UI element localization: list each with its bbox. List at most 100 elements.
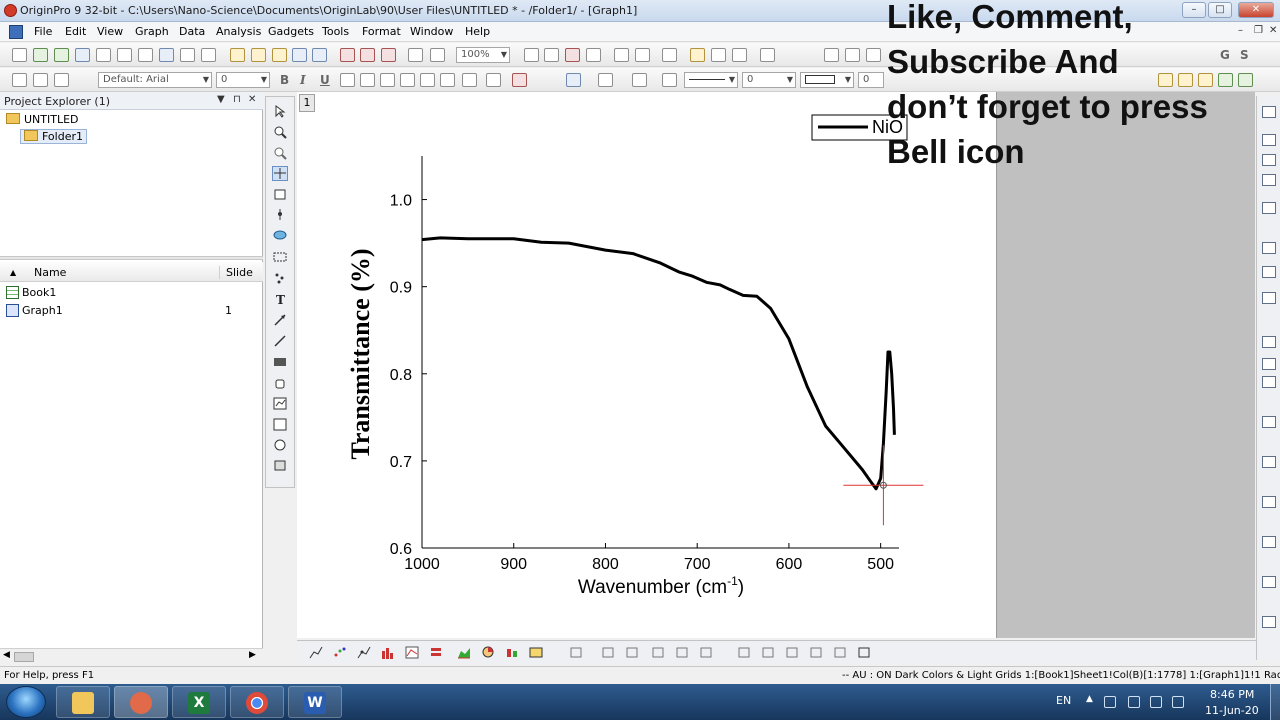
scale-icon[interactable]: [1262, 336, 1276, 348]
add-image-icon[interactable]: [273, 418, 287, 431]
greek-icon[interactable]: [400, 73, 415, 87]
rescale-icon[interactable]: [1262, 358, 1276, 370]
align-right-layer-icon[interactable]: [1262, 266, 1276, 278]
show-desktop-button[interactable]: [1270, 684, 1280, 720]
new-layout-icon[interactable]: [138, 48, 153, 62]
refresh-windows-icon[interactable]: [586, 48, 601, 62]
stack-plot-icon[interactable]: [429, 646, 443, 659]
start-button[interactable]: [6, 686, 46, 718]
network-icon[interactable]: [1104, 696, 1116, 708]
cut-icon[interactable]: [12, 73, 27, 87]
menu-edit[interactable]: Edit: [65, 25, 86, 38]
new-graph-icon[interactable]: [75, 48, 90, 62]
sun-icon[interactable]: [662, 73, 677, 87]
layer-5-icon[interactable]: [833, 646, 847, 659]
new-notes-window-icon[interactable]: [201, 48, 216, 62]
command-window-icon[interactable]: [732, 48, 747, 62]
tree-folder1[interactable]: Folder1: [20, 129, 87, 146]
import-wizard-icon[interactable]: [381, 48, 396, 62]
area-plot-icon[interactable]: [457, 646, 471, 659]
save-icon[interactable]: [292, 48, 307, 62]
new-function-icon[interactable]: [117, 48, 132, 62]
line-plot-icon[interactable]: [309, 646, 323, 659]
pointer-icon[interactable]: [273, 105, 287, 118]
duplicate-icon[interactable]: [614, 48, 629, 62]
sort-up-icon[interactable]: ▲: [10, 268, 16, 277]
data-selector-icon[interactable]: [273, 229, 287, 242]
open-icon[interactable]: [230, 48, 245, 62]
results-log-icon[interactable]: [690, 48, 705, 62]
increase-font-icon[interactable]: [420, 73, 435, 87]
zoom-combo[interactable]: 100% ▼: [456, 47, 510, 63]
region-selector-icon[interactable]: [273, 250, 287, 263]
pie-chart-icon[interactable]: [481, 646, 495, 659]
line-color-icon[interactable]: [632, 73, 647, 87]
taskbar-word[interactable]: W: [288, 686, 342, 718]
font-name-combo[interactable]: Default: Arial ▼: [98, 72, 212, 88]
taskbar-chrome[interactable]: [230, 686, 284, 718]
code-builder-icon[interactable]: [635, 48, 650, 62]
ternary-plot-icon[interactable]: [699, 646, 713, 659]
grid-plot-icon[interactable]: [651, 646, 665, 659]
print-icon[interactable]: [524, 48, 539, 62]
import-multiple-icon[interactable]: [360, 48, 375, 62]
extract-icon[interactable]: [1262, 576, 1276, 588]
italic-button[interactable]: I: [300, 73, 306, 87]
taskbar-excel[interactable]: X: [172, 686, 226, 718]
box-chart-icon[interactable]: [505, 646, 519, 659]
clock-icon[interactable]: [1262, 376, 1276, 388]
clock-time[interactable]: 8:46 PM: [1210, 688, 1254, 701]
add-inset-icon[interactable]: [1262, 202, 1276, 214]
paste-icon[interactable]: [54, 73, 69, 87]
text-tool-icon[interactable]: T: [273, 292, 287, 305]
script-window-icon[interactable]: [711, 48, 726, 62]
merge-icon[interactable]: [1262, 536, 1276, 548]
decrease-font-icon[interactable]: [440, 73, 455, 87]
project-explorer-toggle-icon[interactable]: [662, 48, 677, 62]
y-axis-label[interactable]: Transmittance (%): [346, 248, 375, 459]
menu-help[interactable]: Help: [465, 25, 490, 38]
series-line-nio[interactable]: [421, 236, 896, 491]
pattern-icon[interactable]: [598, 73, 613, 87]
line-tool-icon[interactable]: [273, 334, 287, 347]
stack-icon[interactable]: [1262, 456, 1276, 468]
export-icon[interactable]: [565, 48, 580, 62]
new-project-icon[interactable]: [12, 48, 27, 62]
add-column-icon[interactable]: [824, 48, 839, 62]
close-icon[interactable]: ✕: [248, 94, 256, 105]
line-symbol-plot-icon[interactable]: [357, 646, 371, 659]
rectangle-tool-icon[interactable]: [273, 355, 287, 368]
symbol-size-combo[interactable]: 0: [858, 72, 884, 88]
menu-gadgets[interactable]: Gadgets: [268, 25, 314, 38]
volume-icon[interactable]: [1172, 696, 1184, 708]
scroll-right-icon[interactable]: ▶: [249, 650, 256, 660]
annotation-icon[interactable]: [273, 208, 287, 221]
statistics-icon[interactable]: [866, 48, 881, 62]
line-style-combo[interactable]: ▼: [684, 72, 738, 88]
justify-icon[interactable]: [486, 73, 501, 87]
mdi-close-button[interactable]: ✕: [1269, 25, 1277, 36]
add-top-x-icon[interactable]: [1262, 154, 1276, 166]
taskbar-origin[interactable]: [114, 686, 168, 718]
layer-arrange-icon[interactable]: [1262, 106, 1276, 118]
menu-format[interactable]: Format: [362, 25, 401, 38]
new-excel-icon[interactable]: [54, 48, 69, 62]
clock-date[interactable]: 11-Jun-20: [1205, 704, 1259, 717]
align-top-layer-icon[interactable]: [1262, 292, 1276, 304]
new-matrix-icon[interactable]: [96, 48, 111, 62]
font-color-icon[interactable]: [512, 73, 527, 87]
align-left-icon[interactable]: [462, 73, 477, 87]
sort-icon[interactable]: [845, 48, 860, 62]
power-icon[interactable]: [1128, 696, 1140, 708]
horizontal-scrollbar[interactable]: ◀ ▶: [0, 648, 263, 664]
layer-4-icon[interactable]: [809, 646, 823, 659]
layer-3-icon[interactable]: [785, 646, 799, 659]
screen-reader-icon[interactable]: [273, 188, 287, 201]
layer-icon[interactable]: [273, 459, 287, 472]
layer-2-icon[interactable]: [761, 646, 775, 659]
code-icon[interactable]: [760, 48, 775, 62]
underline-button[interactable]: U: [320, 73, 330, 87]
polar-plot-icon[interactable]: [675, 646, 689, 659]
scatter-plot-icon[interactable]: [333, 646, 347, 659]
layer-6-icon[interactable]: [857, 646, 871, 659]
